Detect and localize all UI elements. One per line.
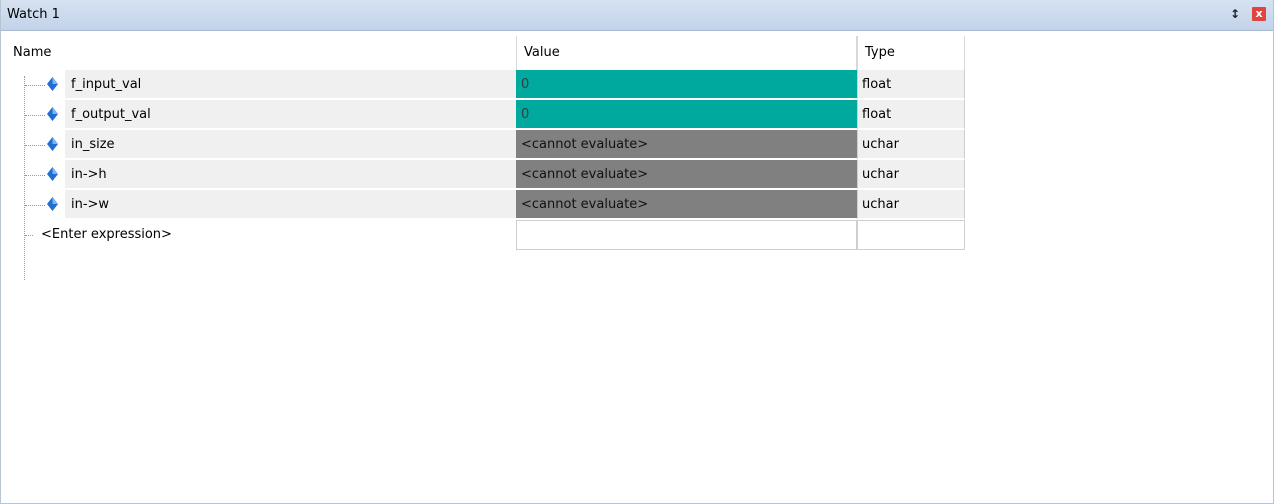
- enter-expression-row[interactable]: <Enter expression>: [9, 220, 965, 250]
- watch-row[interactable]: in_size <cannot evaluate> uchar: [9, 130, 965, 160]
- variable-icon: [47, 77, 58, 91]
- variable-value[interactable]: <cannot evaluate>: [516, 160, 857, 190]
- watch-row[interactable]: in->h <cannot evaluate> uchar: [9, 160, 965, 190]
- variable-type: uchar: [857, 130, 965, 160]
- watch-window: Watch 1 ↕ x Name Value Type f_input_val 0…: [0, 0, 1274, 504]
- variable-icon: [47, 137, 58, 151]
- variable-type: uchar: [857, 160, 965, 190]
- variable-type: float: [857, 100, 965, 130]
- enter-expression-value[interactable]: [516, 220, 857, 250]
- variable-icon: [47, 107, 58, 121]
- tree-connector: [25, 175, 45, 176]
- tree-connector: [25, 235, 33, 236]
- variable-value[interactable]: <cannot evaluate>: [516, 190, 857, 220]
- variable-value[interactable]: 0: [516, 70, 857, 100]
- watch-row[interactable]: f_input_val 0 float: [9, 70, 965, 100]
- variable-name[interactable]: in_size: [65, 130, 516, 160]
- variable-name[interactable]: f_output_val: [65, 100, 516, 130]
- variable-name[interactable]: in->w: [65, 190, 516, 220]
- variable-icon: [47, 197, 58, 211]
- variable-name[interactable]: in->h: [65, 160, 516, 190]
- pin-icon[interactable]: ↕: [1230, 7, 1240, 21]
- enter-expression-type: [857, 220, 965, 250]
- column-header-type[interactable]: Type: [857, 36, 965, 70]
- tree-connector: [25, 115, 45, 116]
- enter-expression-label[interactable]: <Enter expression>: [35, 220, 516, 250]
- variable-name[interactable]: f_input_val: [65, 70, 516, 100]
- variable-type: uchar: [857, 190, 965, 220]
- watch-row[interactable]: in->w <cannot evaluate> uchar: [9, 190, 965, 220]
- watch-row[interactable]: f_output_val 0 float: [9, 100, 965, 130]
- variable-type: float: [857, 70, 965, 100]
- close-icon[interactable]: x: [1252, 7, 1266, 21]
- column-header-value[interactable]: Value: [516, 36, 857, 70]
- variable-value[interactable]: 0: [516, 100, 857, 130]
- variable-value[interactable]: <cannot evaluate>: [516, 130, 857, 160]
- tree-connector: [25, 85, 45, 86]
- tree-connector: [25, 205, 45, 206]
- variable-icon: [47, 167, 58, 181]
- tree-connector: [25, 145, 45, 146]
- window-title: Watch 1: [7, 7, 60, 22]
- column-header-name[interactable]: Name: [9, 36, 516, 70]
- title-bar: Watch 1 ↕ x: [1, 0, 1273, 31]
